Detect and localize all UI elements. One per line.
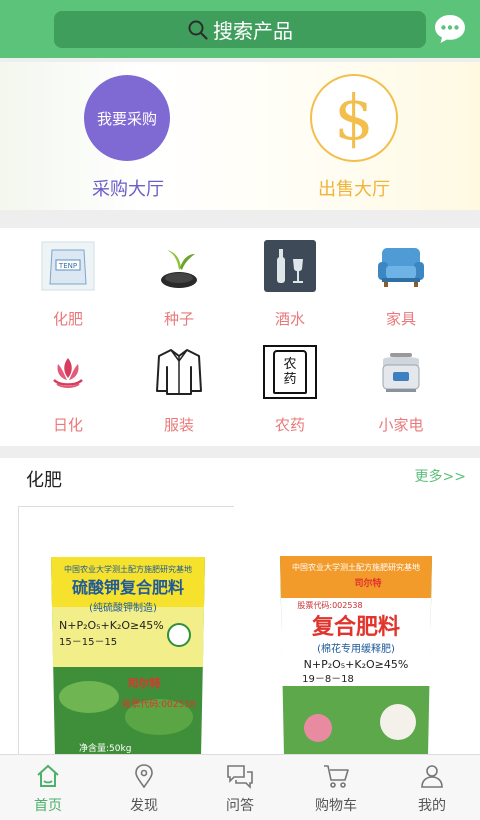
pesticide-glyph: 农 药 [283,357,297,387]
tab-me[interactable]: 我的 [384,755,480,820]
brand-name: 司尔特 [354,577,381,589]
stock-code: 股票代码:002538 [297,600,362,610]
category-label: 种子 [163,310,194,328]
sell-button[interactable]: $ [310,74,398,162]
qa-bubble-icon [227,765,253,789]
seed-icon [151,238,207,294]
fertilizer-icon: TENP [40,238,96,294]
category-clothing[interactable]: 服装 [123,334,235,434]
buy-circle-text: 我要采购 [96,109,157,128]
category-label: 家具 [385,310,416,328]
product-formula: N+P₂O₅+K₂O≥45% [304,658,409,671]
product-image: 中国农业大学测土配方施肥研究基地 硫酸钾复合肥料 (纯硫酸钾制造) N+P₂O₅… [51,557,205,754]
brand-name: 司尔特 [128,676,161,690]
search-bar[interactable]: 搜索产品 [54,11,426,48]
category-pesticide[interactable]: 农 药 农药 [234,334,346,434]
category-label: 小家电 [378,416,424,434]
net-weight: 净含量:50kg [79,742,131,754]
category-cosmetics[interactable]: 日化 [12,334,124,434]
tab-home[interactable]: 首页 [0,755,96,820]
furniture-icon [373,238,429,294]
category-fertilizer[interactable]: TENP 化肥 [12,228,124,328]
tab-label: 购物车 [315,798,357,814]
product-ratio: 15－15－15 [59,637,117,648]
header-bar: 搜索产品 [0,0,480,58]
cart-icon [324,765,349,788]
tab-discover[interactable]: 发现 [96,755,192,820]
pesticide-icon: 农 药 [262,344,318,400]
dollar-icon: $ [334,81,374,154]
sales-hall-label[interactable]: 出售大厅 [296,175,412,201]
purchase-hall-label[interactable]: 采购大厅 [70,175,186,201]
bottom-tab-bar: 首页 发现 问答 购物车 我的 [0,754,480,820]
cosmetics-icon [40,344,96,400]
more-link[interactable]: 更多>> [415,466,466,486]
product-name: 复合肥料 [311,614,400,640]
product-ratio: 19－8－18 [302,674,354,685]
user-icon [421,765,443,788]
product-card[interactable]: 中国农业大学测土配方施肥研究基地 司尔特 股票代码:002538 复合肥料 (棉… [248,506,464,754]
drinks-icon [262,238,318,294]
category-drinks[interactable]: 酒水 [234,228,346,328]
product-image: 中国农业大学测土配方施肥研究基地 司尔特 股票代码:002538 复合肥料 (棉… [280,556,432,754]
section-title: 化肥 [26,470,62,491]
category-label: 酒水 [274,310,305,328]
product-sub: (纯硫酸钾制造) [89,601,157,614]
category-seed[interactable]: 种子 [123,228,235,328]
product-sub: (棉花专用缓释肥) [317,642,395,655]
chat-icon[interactable] [433,12,467,46]
tab-label: 问答 [226,798,254,814]
product-name: 硫酸钾复合肥料 [72,578,184,597]
bag-top-text: 中国农业大学测土配方施肥研究基地 [292,562,420,572]
tab-label: 发现 [130,798,158,814]
category-grid: TENP 化肥 种子 酒水 家具 日化 服装 农 药 农药 小家电 [0,228,480,446]
search-label: 搜索产品 [213,19,293,43]
tab-label: 我的 [418,798,446,814]
clothing-icon [151,344,207,400]
tab-label: 首页 [34,798,62,814]
product-formula: N+P₂O₅+K₂O≥45% [59,619,164,632]
market-banner: 我要采购 采购大厅 $ 出售大厅 [0,62,480,210]
category-appliance[interactable]: 小家电 [345,334,457,434]
category-label: 日化 [52,416,83,434]
stock-code: 股票代码:002538 [122,699,196,710]
home-icon [37,764,59,787]
tab-qa[interactable]: 问答 [192,755,288,820]
fertilizer-section: 化肥 更多>> 中国农业大学测土配方施肥研究基地 硫酸钾复合肥料 (纯硫酸钾制造… [0,458,480,754]
category-label: 化肥 [52,310,83,328]
product-card[interactable]: 中国农业大学测土配方施肥研究基地 硫酸钾复合肥料 (纯硫酸钾制造) N+P₂O₅… [18,506,234,754]
appliance-icon [373,344,429,400]
search-icon [188,20,208,40]
category-label: 服装 [163,416,194,434]
category-furniture[interactable]: 家具 [345,228,457,328]
category-label: 农药 [274,416,305,434]
svg-text:TENP: TENP [58,262,77,270]
bag-top-text: 中国农业大学测土配方施肥研究基地 [64,564,192,574]
location-pin-icon [135,764,153,789]
tab-cart[interactable]: 购物车 [288,755,384,820]
buy-button[interactable]: 我要采购 [84,75,170,161]
